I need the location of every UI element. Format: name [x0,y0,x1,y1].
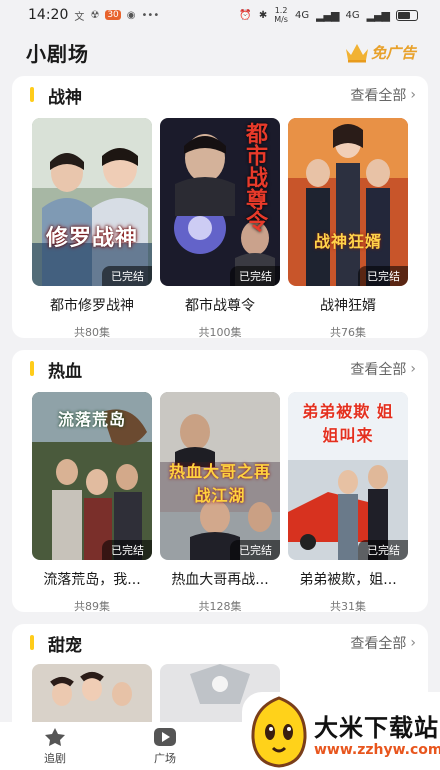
alarm-icon: ⏰ [239,9,252,21]
drama-card[interactable]: 热血大哥之再战江湖 已完结 热血大哥再战... 共128集 [160,392,280,614]
drama-poster[interactable]: 都市战尊令 已完结 [160,118,280,286]
drama-poster[interactable]: 热血大哥之再战江湖 已完结 [160,392,280,560]
ad-free-button[interactable]: 免广告 [344,41,416,63]
poster-caption: 修罗战神 [45,226,138,251]
completed-badge: 已完结 [358,266,408,286]
status-right: ⏰ ✱ 1.2 M/s 4G ▂▄▆ 4G ▂▄▆ [239,6,418,24]
section-title: 战神 [48,88,82,108]
episode-count: 共128集 [198,600,242,613]
network-type: 4G [294,9,310,21]
section-zhanshen: 战神 查看全部 › 修罗战神 已完结 都市修罗战神 共80集 都市战尊令 已完结… [12,76,428,340]
chevron-right-icon: › [410,87,416,103]
section-header: 热血 查看全部 › [12,350,428,386]
completed-badge: 已完结 [230,266,280,286]
drama-card[interactable]: 流落荒岛 已完结 流落荒岛，我... 共89集 [32,392,152,614]
see-all-link[interactable]: 查看全部 › [350,85,416,105]
status-left: 14:20 文 ☢ 30 ◉ ••• [28,7,159,23]
notification-icon: ◉ [126,9,136,21]
network-speed: 1.2 M/s [274,6,288,24]
play-icon [154,727,176,746]
episode-count: 共31集 [330,600,366,613]
signal-icon-2: ▂▄▆ [366,8,390,22]
status-bar: 14:20 文 ☢ 30 ◉ ••• ⏰ ✱ 1.2 M/s 4G ▂▄▆ 4G… [0,0,440,30]
section-title: 甜宠 [48,636,82,656]
section-header: 甜宠 查看全部 › [12,624,428,660]
tab-label: 广场 [154,751,176,765]
notification-icon: 30 [105,10,121,20]
episode-count: 共100集 [198,326,242,339]
completed-badge: 已完结 [358,540,408,560]
tab-label: 追剧 [44,751,66,765]
drama-poster[interactable]: 战神狂婿 已完结 [288,118,408,286]
poster-caption: 战神狂婿 [313,232,382,251]
section-accent-bar [30,87,34,102]
drama-card[interactable] [32,664,152,724]
episode-count: 共89集 [74,600,110,613]
drama-title: 都市战尊令 [185,298,255,314]
poster-art [32,118,152,286]
completed-badge: 已完结 [102,540,152,560]
drama-card[interactable]: 都市战尊令 已完结 都市战尊令 共100集 [160,118,280,340]
episode-count: 共76集 [330,326,366,339]
more-dots-icon: ••• [141,9,160,21]
drama-title: 都市修罗战神 [50,298,134,314]
chevron-right-icon: › [410,361,416,377]
notification-icon: ☢ [90,9,100,21]
drama-poster[interactable]: 修罗战神 已完结 [32,118,152,286]
signal-icon: ▂▄▆ [316,8,339,22]
poster-caption: 弟弟被欺 姐姐叫来 [302,402,394,445]
drama-title: 流落荒岛，我... [43,572,141,588]
drama-poster[interactable]: 流落荒岛 已完结 [32,392,152,560]
notification-icon: 文 [74,11,85,23]
section-accent-bar [30,361,34,376]
drama-title: 弟弟被欺，姐... [299,572,397,588]
poster-caption: 热血大哥之再战江湖 [168,462,271,505]
section-header: 战神 查看全部 › [12,76,428,112]
poster-art [32,664,152,724]
page-title: 小剧场 [26,41,89,66]
poster-caption: 都市战尊令 [242,122,267,232]
watermark-name: 大米下载站 [314,714,439,742]
bluetooth-icon: ✱ [258,9,268,21]
drama-card[interactable]: 修罗战神 已完结 都市修罗战神 共80集 [32,118,152,340]
watermark-url: www.zzhyw.com [314,742,440,758]
drama-poster[interactable] [32,664,152,724]
section-title: 热血 [48,362,82,382]
poster-art [288,118,408,286]
see-all-link[interactable]: 查看全部 › [350,633,416,653]
status-time: 14:20 [28,7,69,23]
section-accent-bar [30,635,34,650]
drama-card[interactable]: 战神狂婿 已完结 战神狂婿 共76集 [288,118,408,340]
drama-card[interactable]: 弟弟被欺 姐姐叫来 已完结 弟弟被欺，姐... 共31集 [288,392,408,614]
drama-title: 战神狂婿 [320,298,376,314]
site-watermark: 大米下载站 www.zzhyw.com [242,692,440,770]
see-all-link[interactable]: 查看全部 › [350,359,416,379]
crown-icon [344,41,370,63]
network-type-2: 4G [345,9,360,21]
app-header: 小剧场 免广告 [0,30,440,74]
tab-guangchang[interactable]: 广场 [110,722,220,770]
mascot-logo [251,696,307,768]
episode-count: 共80集 [74,326,110,339]
drama-title: 热血大哥再战... [171,572,269,588]
chevron-right-icon: › [410,635,416,651]
battery-icon [396,9,418,21]
completed-badge: 已完结 [230,540,280,560]
ad-free-label: 免广告 [370,44,416,62]
tab-zhuiju[interactable]: 追剧 [0,722,110,770]
section-rexue: 热血 查看全部 › 流落荒岛 已完结 流落荒岛，我... 共89集 热血大哥之再… [12,350,428,614]
poster-caption: 流落荒岛 [57,410,126,429]
drama-poster[interactable]: 弟弟被欺 姐姐叫来 已完结 [288,392,408,560]
star-icon [45,727,65,746]
completed-badge: 已完结 [102,266,152,286]
